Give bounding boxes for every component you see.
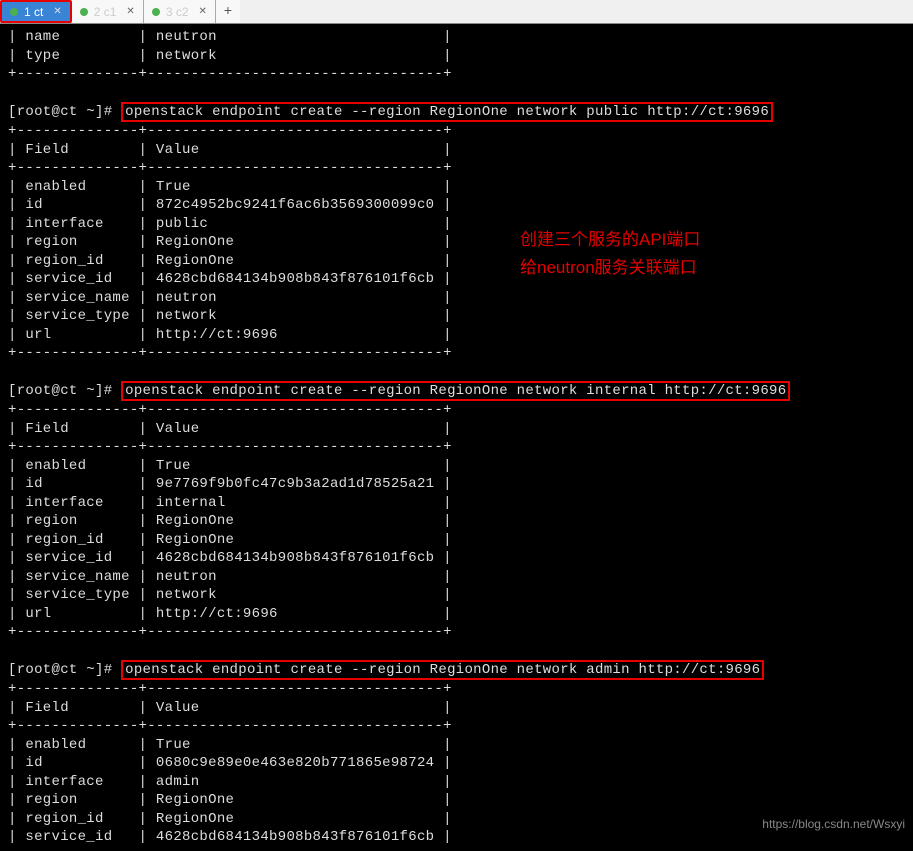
tab-label: 1 ct — [24, 5, 43, 19]
status-dot-icon — [10, 8, 18, 16]
close-icon[interactable]: ✕ — [126, 6, 134, 17]
annotation-line1: 创建三个服务的API端口 — [520, 226, 700, 254]
annotation-line2: 给neutron服务关联端口 — [520, 254, 700, 282]
status-dot-icon — [152, 8, 160, 16]
close-icon[interactable]: ✕ — [199, 6, 207, 17]
tab-c2[interactable]: 3 c2 ✕ — [144, 0, 216, 23]
tab-label: 3 c2 — [166, 5, 189, 19]
command-highlight: openstack endpoint create --region Regio… — [121, 381, 790, 401]
plus-icon: + — [224, 4, 232, 20]
watermark: https://blog.csdn.net/Wsxyi — [762, 817, 905, 831]
command-highlight: openstack endpoint create --region Regio… — [121, 102, 773, 122]
tab-c1[interactable]: 2 c1 ✕ — [72, 0, 144, 23]
annotation-text: 创建三个服务的API端口 给neutron服务关联端口 — [520, 226, 700, 282]
add-tab-button[interactable]: + — [216, 0, 240, 23]
tab-label: 2 c1 — [94, 5, 117, 19]
tab-bar: 1 ct ✕ 2 c1 ✕ 3 c2 ✕ + — [0, 0, 913, 24]
shell-prompt: [root@ct ~]# — [8, 662, 121, 678]
command-highlight: openstack endpoint create --region Regio… — [121, 660, 764, 680]
shell-prompt: [root@ct ~]# — [8, 383, 121, 399]
terminal-output[interactable]: | name | neutron | | type | network | +-… — [0, 24, 913, 851]
status-dot-icon — [80, 8, 88, 16]
tab-ct[interactable]: 1 ct ✕ — [0, 0, 72, 23]
shell-prompt: [root@ct ~]# — [8, 104, 121, 120]
close-icon[interactable]: ✕ — [53, 6, 61, 17]
